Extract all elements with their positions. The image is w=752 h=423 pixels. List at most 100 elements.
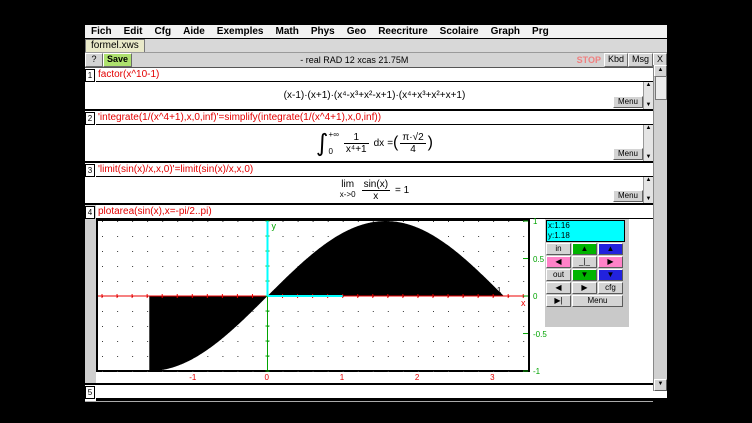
x-axis-name: x	[521, 298, 526, 308]
dx-symbol: dx	[374, 138, 385, 149]
rotate-up-button[interactable]: ▲	[598, 243, 623, 255]
x-tick-label: 3	[490, 373, 494, 382]
pan-down-button[interactable]: ▼	[572, 269, 597, 281]
integral-sign: ∫	[316, 132, 329, 154]
help-button[interactable]: ?	[85, 53, 103, 67]
limit-result: = 1	[395, 185, 409, 196]
kbd-button[interactable]: Kbd	[604, 53, 628, 67]
menu-item-reecriture[interactable]: Reecriture	[372, 26, 433, 37]
curve-label: 1	[497, 286, 502, 295]
scrollbar-down-icon[interactable]: ▼	[654, 379, 667, 391]
worksheet-row-5: 5	[85, 385, 653, 402]
scrollbar-thumb[interactable]	[655, 76, 667, 100]
menu-item-math[interactable]: Math	[270, 26, 305, 37]
cursor-coordinates: x:1.16 y:1.18	[546, 220, 625, 242]
pan-right-button[interactable]: ▶	[572, 282, 597, 294]
tab-formel-xws[interactable]: formel.xws	[85, 39, 145, 52]
msg-button[interactable]: Msg	[628, 53, 653, 67]
worksheet: 1 factor(x^10-1) (x-1)·(x+1)·(x⁴-x³+x²-x…	[85, 68, 653, 402]
result-fraction: π·√2 4	[400, 132, 425, 155]
scroll-up-icon[interactable]: ▲	[644, 125, 653, 132]
limit-operator: lim x->0	[340, 180, 356, 200]
worksheet-row-1: 1 factor(x^10-1) (x-1)·(x+1)·(x⁴-x³+x²-x…	[85, 68, 653, 111]
y-tick-label: -0.5	[533, 330, 547, 339]
zoom-in-button[interactable]: in	[546, 243, 571, 255]
worksheet-row-4: 4 plotarea(sin(x),x=-pi/2..pi) y x 1 1 0.5 0…	[85, 205, 653, 385]
y-tick-label: 0.5	[533, 255, 544, 264]
plot-zone: y x 1 1 0.5 0 -0.5 -1 -1 0 1 2 3 x:1.16 y:1.18 in …	[96, 219, 653, 383]
row-number-2[interactable]: 2	[85, 112, 95, 125]
status-bar: ? Save - real RAD 12 xcas 21.75M STOP Kb…	[85, 53, 667, 68]
limit-subscript: x->0	[340, 190, 356, 200]
output-expression-1: (x-1)·(x+1)·(x⁴-x³+x²-x+1)·(x⁴+x³+x²+x+1…	[284, 90, 466, 101]
menu-item-scolaire[interactable]: Scolaire	[434, 26, 485, 37]
y-tick-label: 1	[533, 217, 537, 226]
stop-button[interactable]: STOP	[577, 55, 601, 65]
integral-lower-bound: 0	[329, 147, 339, 156]
tab-bar: formel.xws	[85, 39, 667, 53]
menu-item-aide[interactable]: Aide	[177, 26, 211, 37]
x-tick-label: -1	[189, 373, 196, 382]
rotate-down-button[interactable]: ▼	[598, 269, 623, 281]
command-input-4[interactable]: plotarea(sin(x),x=-pi/2..pi)	[96, 205, 653, 219]
command-input-3[interactable]: 'limit(sin(x)/x,x,0)'=limit(sin(x)/x,x,0…	[96, 163, 653, 177]
scroll-down-icon[interactable]: ▼	[644, 102, 653, 109]
xcas-window: FichEditCfgAideExemplesMathPhysGeoReecri…	[85, 25, 667, 398]
save-button[interactable]: Save	[103, 53, 132, 67]
limit-fraction: sin(x) x	[362, 179, 390, 202]
row-number-5[interactable]: 5	[85, 386, 95, 399]
graph-control-panel: x:1.16 y:1.18 in ▲ ▲ ◀ _|_ ▶ out ▼	[545, 219, 629, 327]
y-tick-label: 0	[533, 292, 537, 301]
integrand-fraction: 1 x⁴+1	[344, 132, 369, 155]
row-number-3[interactable]: 3	[85, 164, 95, 177]
pan-right-fast-button[interactable]: ▶	[598, 256, 623, 268]
pan-up-button[interactable]: ▲	[572, 243, 597, 255]
menu-item-geo[interactable]: Geo	[341, 26, 372, 37]
pan-left-button[interactable]: ◀	[546, 282, 571, 294]
menu-item-cfg[interactable]: Cfg	[148, 26, 177, 37]
status-text[interactable]: - real RAD 12 xcas 21.75M	[132, 55, 577, 65]
row-number-4[interactable]: 4	[85, 206, 95, 219]
row2-menu-button[interactable]: Menu	[613, 148, 643, 160]
y-axis-name: y	[271, 221, 276, 231]
y-tick-label: -1	[533, 367, 540, 376]
x-tick-label: 0	[264, 373, 268, 382]
command-input-5[interactable]	[96, 385, 653, 401]
menu-item-prg[interactable]: Prg	[526, 26, 555, 37]
cfg-button[interactable]: cfg	[598, 282, 623, 294]
plot-canvas[interactable]: y x 1	[96, 219, 530, 372]
menu-item-graph[interactable]: Graph	[485, 26, 526, 37]
scroll-down-icon[interactable]: ▼	[644, 154, 653, 161]
scroll-down-icon[interactable]: ▼	[644, 196, 653, 203]
graph-menu-button[interactable]: Menu	[572, 295, 623, 307]
orthonormal-button[interactable]: _|_	[572, 256, 597, 268]
pan-left-fast-button[interactable]: ◀	[546, 256, 571, 268]
worksheet-row-3: 3 'limit(sin(x)/x,x,0)'=limit(sin(x)/x,x…	[85, 163, 653, 205]
menu-item-edit[interactable]: Edit	[118, 26, 149, 37]
row-number-1[interactable]: 1	[85, 69, 95, 82]
integral-upper-bound: +∞	[329, 130, 339, 139]
menu-item-exemples[interactable]: Exemples	[211, 26, 270, 37]
integral-expression: ∫ +∞ 0 1 x⁴+1 dx = ( π·√2	[316, 130, 433, 156]
x-tick-label: 2	[415, 373, 419, 382]
row3-scrollbar[interactable]: ▲ ▼	[643, 177, 653, 203]
cursor-y: y:1.18	[548, 231, 624, 241]
x-tick-label: 1	[340, 373, 344, 382]
command-input-2[interactable]: 'integrate(1/(x^4+1),x,0,inf)'=simplify(…	[96, 111, 653, 125]
left-paren: (	[393, 135, 398, 151]
row2-scrollbar[interactable]: ▲ ▼	[643, 125, 653, 161]
main-scrollbar[interactable]: ▲ ▼	[653, 65, 667, 391]
jump-end-button[interactable]: ▶|	[546, 295, 571, 307]
scroll-up-icon[interactable]: ▲	[644, 177, 653, 184]
row1-menu-button[interactable]: Menu	[613, 96, 643, 108]
row1-scrollbar[interactable]: ▲ ▼	[643, 82, 653, 109]
command-input-1[interactable]: factor(x^10-1)	[96, 68, 653, 82]
zoom-out-button[interactable]: out	[546, 269, 571, 281]
cursor-x: x:1.16	[548, 221, 624, 231]
menu-bar: FichEditCfgAideExemplesMathPhysGeoReecri…	[85, 25, 667, 39]
right-paren: )	[428, 135, 433, 151]
scroll-up-icon[interactable]: ▲	[644, 82, 653, 89]
row3-menu-button[interactable]: Menu	[613, 190, 643, 202]
menu-item-phys[interactable]: Phys	[305, 26, 341, 37]
menu-item-fich[interactable]: Fich	[85, 26, 118, 37]
